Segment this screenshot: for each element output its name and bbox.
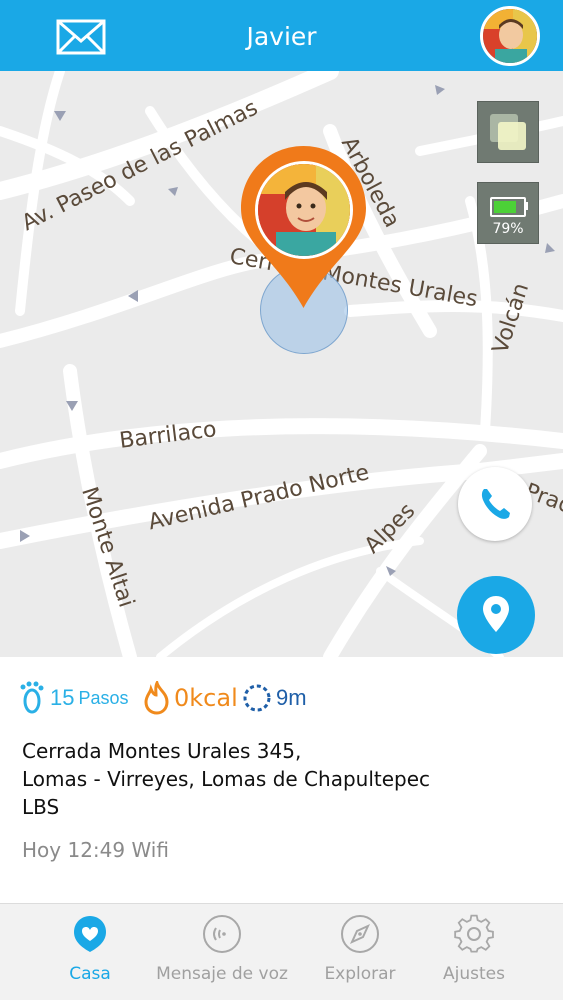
home-heart-icon	[74, 916, 106, 952]
compass-icon	[341, 915, 379, 953]
map-view[interactable]: Av. Paseo de las Palmas Arboleda Cerrada…	[0, 71, 563, 657]
battery-level	[494, 201, 517, 213]
calories-value: 0kcal	[174, 684, 238, 712]
layers-icon	[490, 114, 526, 150]
steps-value: 15	[50, 685, 75, 710]
battery-percent: 79%	[492, 221, 524, 237]
address-line: Cerrada Montes Urales 345,	[22, 739, 302, 763]
avatar[interactable]	[480, 6, 540, 66]
phone-icon	[481, 489, 510, 519]
steps-label: Pasos	[78, 687, 129, 708]
call-button[interactable]	[458, 467, 532, 541]
page-title: Javier	[246, 22, 317, 51]
tab-ajustes[interactable]: Ajustes	[404, 904, 544, 1001]
locate-button[interactable]	[457, 576, 535, 654]
top-bar: Javier	[0, 0, 563, 71]
address: Cerrada Montes Urales 345, Lomas - Virre…	[22, 737, 542, 821]
distance-stat: 9m	[242, 680, 307, 716]
location-pin-icon	[483, 596, 509, 632]
tab-label: Mensaje de voz	[156, 964, 288, 984]
footprint-icon	[20, 681, 44, 714]
child-avatar	[255, 161, 353, 259]
bottom-tab-bar: Casa Mensaje de voz Explorar Ajustes	[0, 903, 563, 1000]
flame-icon	[144, 681, 169, 715]
address-line: Lomas - Virreyes, Lomas de Chapultepec	[22, 767, 431, 791]
distance-value: 9m	[276, 685, 307, 710]
distance-icon	[243, 684, 271, 712]
battery-status: 79%	[477, 182, 539, 244]
calories-stat: 0kcal	[142, 680, 238, 716]
voice-message-icon	[203, 915, 241, 953]
gear-icon	[454, 914, 494, 953]
tab-mensaje-de-voz[interactable]: Mensaje de voz	[152, 904, 292, 1001]
tab-casa[interactable]: Casa	[20, 904, 160, 1001]
steps-stat: 15 Pasos	[18, 680, 129, 716]
tab-label: Casa	[69, 964, 111, 984]
map-layers-button[interactable]	[477, 101, 539, 163]
tab-label: Ajustes	[443, 964, 505, 984]
battery-icon	[490, 197, 526, 217]
location-source: LBS	[22, 795, 60, 819]
activity-stats: 15 Pasos 0kcal 9m	[18, 680, 538, 716]
last-update: Hoy 12:49 Wifi	[22, 838, 169, 862]
